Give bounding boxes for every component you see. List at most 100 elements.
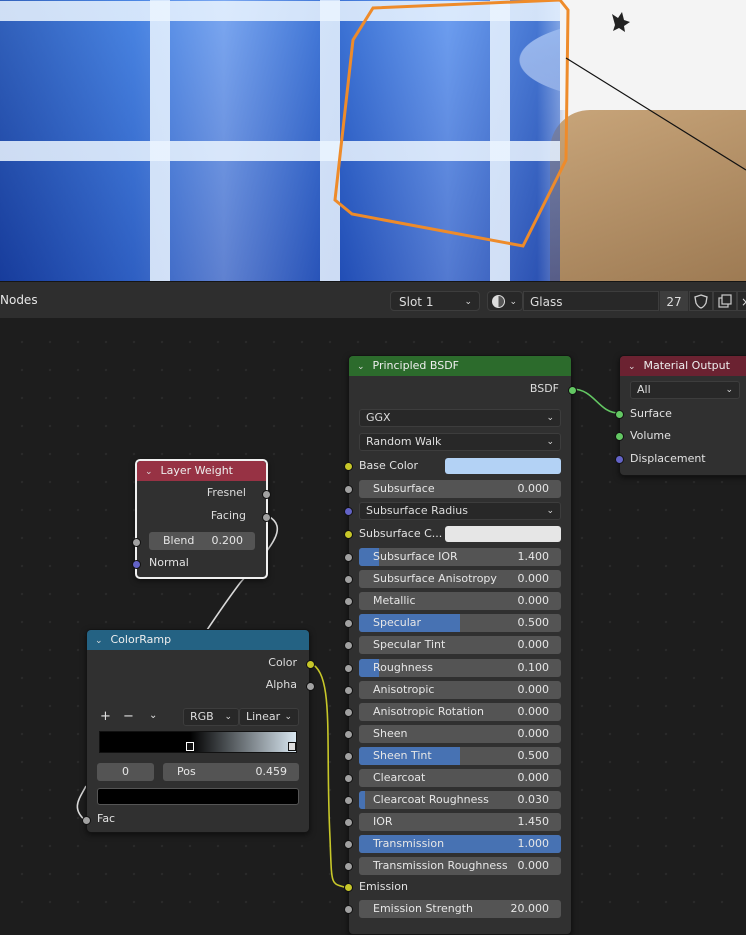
input-socket-base-color[interactable] (344, 462, 353, 471)
base-color-swatch[interactable] (445, 458, 561, 474)
unlink-material-button[interactable]: × (737, 291, 746, 311)
output-socket-color[interactable] (306, 660, 315, 669)
chevron-down-icon: ⌄ (145, 467, 153, 477)
input-socket-specular-tint[interactable] (344, 641, 353, 651)
node-header[interactable]: ⌄ Material Output (620, 356, 746, 376)
stop-color-swatch[interactable] (97, 788, 299, 805)
duplicate-material-button[interactable] (713, 291, 737, 311)
value-fill (359, 791, 366, 810)
input-socket-surface[interactable] (615, 410, 624, 419)
node-editor-header: Nodes Slot 1 ⌄ ⌄ Glass 27 × (0, 281, 746, 318)
colorramp-node[interactable]: ⌄ ColorRamp Color Alpha + − ⌄ RGB ⌄ Line… (82, 629, 315, 833)
clearcoat-roughness-field[interactable]: Clearcoat Roughness 0.030 (359, 791, 561, 810)
slot-dropdown[interactable]: Slot 1 ⌄ (390, 291, 480, 311)
stop-index-field[interactable]: 0 (97, 763, 154, 781)
input-socket-specular[interactable] (344, 619, 353, 629)
subsurface-color-swatch[interactable] (445, 526, 561, 542)
field-label: Metallic (373, 594, 416, 608)
input-socket-emission-strength[interactable] (344, 905, 353, 914)
material-browse-button[interactable]: ⌄ (487, 291, 523, 311)
render-target-dropdown[interactable]: All ⌄ (630, 381, 740, 399)
color-stop-handle[interactable] (288, 742, 296, 751)
layer-weight-node[interactable]: ⌄ Layer Weight Fresnel Facing Blend 0.20… (132, 459, 271, 579)
chevron-down-icon[interactable]: ⌄ (149, 710, 157, 721)
input-socket-sheen[interactable] (344, 729, 353, 739)
subsurface-radius-dropdown[interactable]: Subsurface Radius ⌄ (359, 502, 561, 520)
output-socket-alpha[interactable] (306, 682, 315, 691)
color-stop-handle[interactable] (186, 742, 194, 751)
ior-field[interactable]: IOR 1.450 (359, 813, 561, 832)
user-count-button[interactable]: 27 (660, 291, 688, 311)
chevron-down-icon: ⌄ (95, 636, 103, 646)
input-socket-clearcoat-roughness[interactable] (344, 796, 353, 806)
color-ramp-gradient[interactable] (99, 731, 297, 753)
material-name-field[interactable]: Glass (523, 291, 659, 311)
input-socket-subsurface-radius[interactable] (344, 507, 353, 516)
input-socket-anisotropic[interactable] (344, 685, 353, 695)
node-header[interactable]: ⌄ Principled BSDF (349, 356, 571, 376)
output-socket-facing[interactable] (262, 513, 271, 522)
input-socket-subsurface[interactable] (344, 485, 353, 494)
roughness-field[interactable]: Roughness 0.100 (359, 658, 561, 677)
material-output-node[interactable]: ⌄ Material Output All ⌄ Surface Volume D… (615, 355, 746, 476)
output-socket-bsdf[interactable] (568, 386, 577, 395)
3d-viewport[interactable] (0, 0, 746, 281)
input-socket-fac[interactable] (82, 816, 91, 825)
minus-icon[interactable]: − (123, 709, 134, 724)
node-header[interactable]: ⌄ ColorRamp (87, 630, 309, 650)
input-socket-displacement[interactable] (615, 455, 624, 464)
input-socket-transmission-roughness[interactable] (344, 862, 353, 872)
field-label: Specular Tint (373, 638, 446, 652)
input-socket-metallic[interactable] (344, 597, 353, 607)
sheen-field[interactable]: Sheen 0.000 (359, 724, 561, 743)
selected-object-outline (333, 0, 746, 248)
copy-icon (718, 294, 732, 308)
color-mode-dropdown[interactable]: RGB ⌄ (183, 708, 239, 726)
input-socket-normal[interactable] (132, 560, 141, 569)
metallic-field[interactable]: Metallic 0.000 (359, 592, 561, 611)
input-socket-roughness[interactable] (344, 663, 353, 673)
input-socket-subsurface-anisotropy[interactable] (344, 575, 353, 585)
specular-field[interactable]: Specular 0.500 (359, 614, 561, 633)
clearcoat-field[interactable]: Clearcoat 0.000 (359, 769, 561, 787)
subsurface-field[interactable]: Subsurface 0.000 (359, 480, 561, 498)
transmission-field[interactable]: Transmission 1.000 (359, 835, 561, 854)
sheen-tint-field[interactable]: Sheen Tint 0.500 (359, 746, 561, 765)
principled-bsdf-node[interactable]: ⌄ Principled BSDF BSDF GGX ⌄ Random Walk… (344, 355, 577, 935)
input-socket-emission[interactable] (344, 883, 353, 892)
plus-icon[interactable]: + (100, 709, 111, 724)
node-header[interactable]: ⌄ Layer Weight (137, 461, 266, 481)
fake-user-button[interactable] (689, 291, 713, 311)
subsurface-color-label: Subsurface C... (359, 527, 443, 540)
input-socket-blend[interactable] (132, 538, 141, 547)
output-socket-fresnel[interactable] (262, 490, 271, 499)
input-socket-subsurface-ior[interactable] (344, 553, 353, 562)
field-value: 0.000 (517, 482, 550, 495)
input-socket-transmission[interactable] (344, 840, 353, 850)
input-fac-label: Fac (97, 812, 116, 825)
subsurface-anisotropy-field[interactable]: Subsurface Anisotropy 0.000 (359, 570, 561, 589)
input-socket-volume[interactable] (615, 432, 624, 441)
field-value: 0.030 (517, 793, 550, 807)
input-socket-anisotropic-rotation[interactable] (344, 707, 353, 717)
distribution-dropdown[interactable]: GGX ⌄ (359, 409, 561, 427)
chevron-down-icon: ⌄ (284, 712, 292, 722)
input-socket-subsurface-color[interactable] (344, 530, 353, 539)
subsurface-method-dropdown[interactable]: Random Walk ⌄ (359, 433, 561, 451)
input-socket-ior[interactable] (344, 818, 353, 828)
anisotropic-field[interactable]: Anisotropic 0.000 (359, 680, 561, 699)
emission-strength-field[interactable]: Emission Strength 20.000 (359, 900, 561, 918)
field-value: 0.000 (517, 771, 550, 784)
node-canvas[interactable]: ⌄ Layer Weight Fresnel Facing Blend 0.20… (0, 318, 746, 935)
field-label: Clearcoat (373, 771, 426, 784)
blend-field[interactable]: Blend 0.200 (149, 532, 255, 550)
specular-tint-field[interactable]: Specular Tint 0.000 (359, 636, 561, 655)
interpolation-dropdown[interactable]: Linear ⌄ (239, 708, 299, 726)
transmission-roughness-field[interactable]: Transmission Roughness 0.000 (359, 857, 561, 876)
stop-position-field[interactable]: Pos 0.459 (163, 763, 299, 781)
input-socket-clearcoat[interactable] (344, 774, 353, 783)
subsurface-ior-field[interactable]: Subsurface IOR 1.400 (359, 548, 561, 566)
input-socket-sheen-tint[interactable] (344, 751, 353, 761)
anisotropic-rotation-field[interactable]: Anisotropic Rotation 0.000 (359, 702, 561, 721)
field-label: Emission Strength (373, 902, 474, 915)
